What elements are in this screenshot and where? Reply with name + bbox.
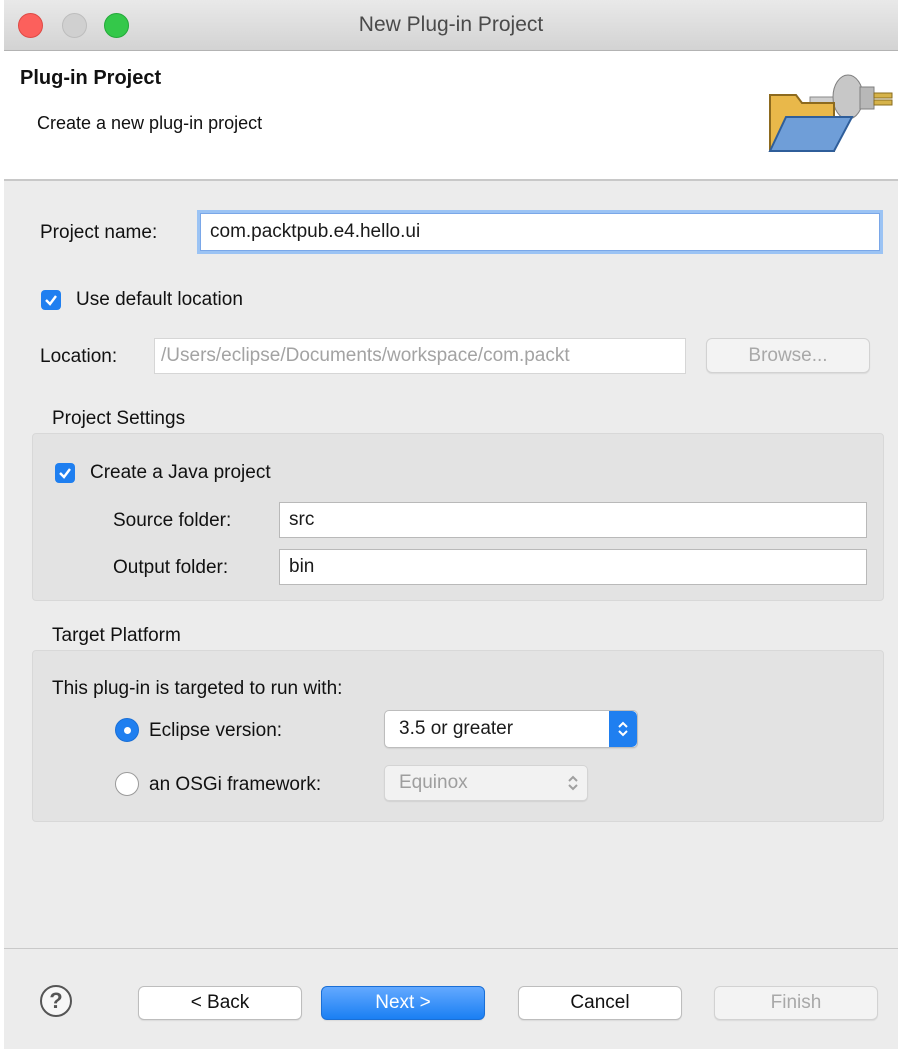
eclipse-version-value: 3.5 or greater bbox=[399, 718, 514, 739]
next-button-label: Next > bbox=[375, 992, 431, 1013]
osgi-framework-value: Equinox bbox=[399, 772, 468, 793]
use-default-location-label: Use default location bbox=[76, 289, 243, 310]
create-java-project-checkbox[interactable] bbox=[55, 463, 75, 483]
location-input[interactable]: /Users/eclipse/Documents/workspace/com.p… bbox=[154, 338, 686, 374]
location-label: Location: bbox=[40, 346, 118, 367]
output-folder-input[interactable]: bin bbox=[279, 549, 867, 585]
help-icon[interactable]: ? bbox=[40, 985, 72, 1017]
create-java-project-label: Create a Java project bbox=[90, 462, 271, 483]
source-folder-label: Source folder: bbox=[113, 510, 232, 531]
back-button[interactable]: < Back bbox=[138, 986, 302, 1020]
page-title: Plug-in Project bbox=[20, 67, 162, 89]
eclipse-version-radio[interactable] bbox=[115, 718, 139, 742]
dialog-window: New Plug-in Project Plug-in Project Crea… bbox=[4, 0, 898, 1049]
project-name-value: com.packtpub.e4.hello.ui bbox=[210, 221, 421, 242]
select-arrows-icon bbox=[609, 711, 637, 747]
location-value: /Users/eclipse/Documents/workspace/com.p… bbox=[161, 345, 570, 366]
wizard-banner: Plug-in Project Create a new plug-in pro… bbox=[4, 51, 898, 181]
target-platform-title: Target Platform bbox=[52, 625, 181, 646]
eclipse-version-select[interactable]: 3.5 or greater bbox=[384, 710, 638, 748]
source-folder-input[interactable]: src bbox=[279, 502, 867, 538]
finish-button[interactable]: Finish bbox=[714, 986, 878, 1020]
osgi-framework-select[interactable]: Equinox bbox=[384, 765, 588, 801]
target-intro-text: This plug-in is targeted to run with: bbox=[52, 678, 343, 699]
select-arrows-icon bbox=[559, 766, 587, 800]
project-name-input[interactable]: com.packtpub.e4.hello.ui bbox=[200, 213, 880, 251]
next-button[interactable]: Next > bbox=[321, 986, 485, 1020]
window-title: New Plug-in Project bbox=[358, 13, 544, 36]
cancel-button[interactable]: Cancel bbox=[518, 986, 682, 1020]
title-bar: New Plug-in Project bbox=[4, 0, 898, 51]
back-button-label: < Back bbox=[190, 992, 250, 1013]
output-folder-label: Output folder: bbox=[113, 557, 229, 578]
footer-separator bbox=[4, 948, 898, 949]
cancel-button-label: Cancel bbox=[570, 992, 630, 1013]
osgi-framework-label: an OSGi framework: bbox=[149, 774, 322, 795]
browse-button[interactable]: Browse... bbox=[706, 338, 870, 373]
browse-button-label: Browse... bbox=[748, 344, 828, 366]
finish-button-label: Finish bbox=[770, 992, 822, 1013]
osgi-framework-radio[interactable] bbox=[115, 772, 139, 796]
use-default-location-checkbox[interactable] bbox=[41, 290, 61, 310]
folder-plugin-icon bbox=[768, 74, 893, 152]
checkmark-icon bbox=[45, 295, 57, 306]
project-name-label: Project name: bbox=[40, 222, 158, 243]
page-description: Create a new plug-in project bbox=[37, 113, 263, 133]
eclipse-version-label: Eclipse version: bbox=[149, 720, 283, 741]
project-settings-title: Project Settings bbox=[52, 408, 186, 429]
output-folder-value: bin bbox=[289, 556, 315, 577]
source-folder-value: src bbox=[289, 509, 315, 530]
checkmark-icon bbox=[59, 468, 71, 479]
